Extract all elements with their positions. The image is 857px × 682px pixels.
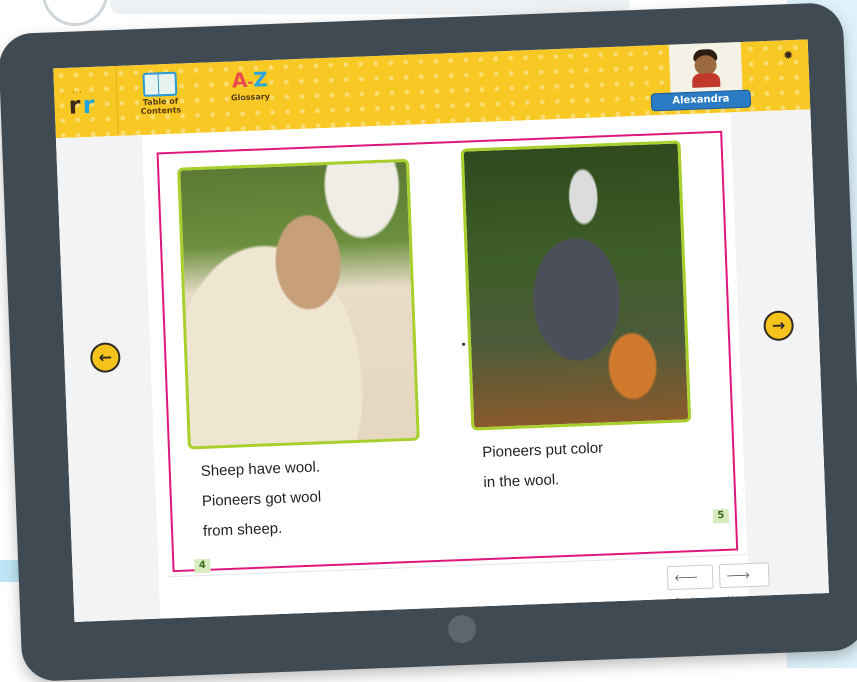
left-page-text: Sheep have wool. Pioneers got wool from … [200,448,433,547]
next-button[interactable]: 🡒 Next [718,562,770,606]
tablet-device: ... r r Table of Contents A-Z Glossary A… [0,2,857,682]
pioneer-dyeing-wool-photo [460,140,692,431]
glossary-label: Glossary [230,92,271,103]
back-label: Back [675,597,698,608]
glossary-button[interactable]: A-Z Glossary [219,66,280,103]
back-button[interactable]: 🡐 Back [666,564,714,608]
a-z-icon: A-Z [231,67,269,93]
book-icon [142,70,178,97]
app-logo[interactable]: ... r r [68,85,103,120]
avatar-icon [691,48,721,88]
right-page-text: Pioneers put color in the wool. [482,429,714,498]
sheep-shearing-photo [177,158,420,450]
back-arrow-icon: 🡐 [674,572,699,584]
book-spread: Sheep have wool. Pioneers got wool from … [156,130,739,574]
background-circle [42,0,108,26]
logo-letter-blue: r [82,90,96,120]
tablet-home-button[interactable] [447,614,477,644]
toc-label-line2: Contents [140,105,182,117]
next-arrow-icon: 🡒 [726,570,751,582]
toolbar-divider [115,65,119,136]
user-name-badge[interactable]: Alexandra [650,89,752,112]
next-label: Next [726,595,749,606]
background-top-bar [110,0,630,14]
right-page-number: 5 [712,508,730,524]
book-spine-mark [462,342,466,346]
tablet-screen: ... r r Table of Contents A-Z Glossary A… [53,39,829,622]
gear-icon[interactable]: ✹ [783,48,794,62]
logo-letter-dark: r [68,91,82,120]
left-page-number: 4 [194,558,211,574]
table-of-contents-button[interactable]: Table of Contents [129,69,191,116]
